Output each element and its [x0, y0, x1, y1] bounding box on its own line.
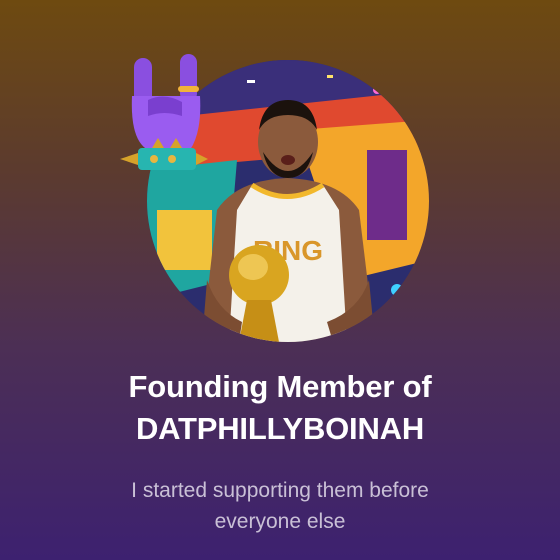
badge-description-line-1: I started supporting them before	[131, 479, 429, 502]
rock-on-hand-icon	[118, 52, 210, 182]
badge-description-line-2: everyone else	[214, 510, 346, 533]
badge-title: Founding Member of DATPHILLYBOINAH	[0, 366, 560, 450]
badge-title-line-1: Founding Member of	[128, 369, 432, 404]
founding-member-card: RING Founding Member of DATPHILLYBOINAH …	[0, 0, 560, 560]
badge-title-line-2: DATPHILLYBOINAH	[135, 411, 425, 446]
badge-description: I started supporting them before everyon…	[0, 475, 560, 537]
